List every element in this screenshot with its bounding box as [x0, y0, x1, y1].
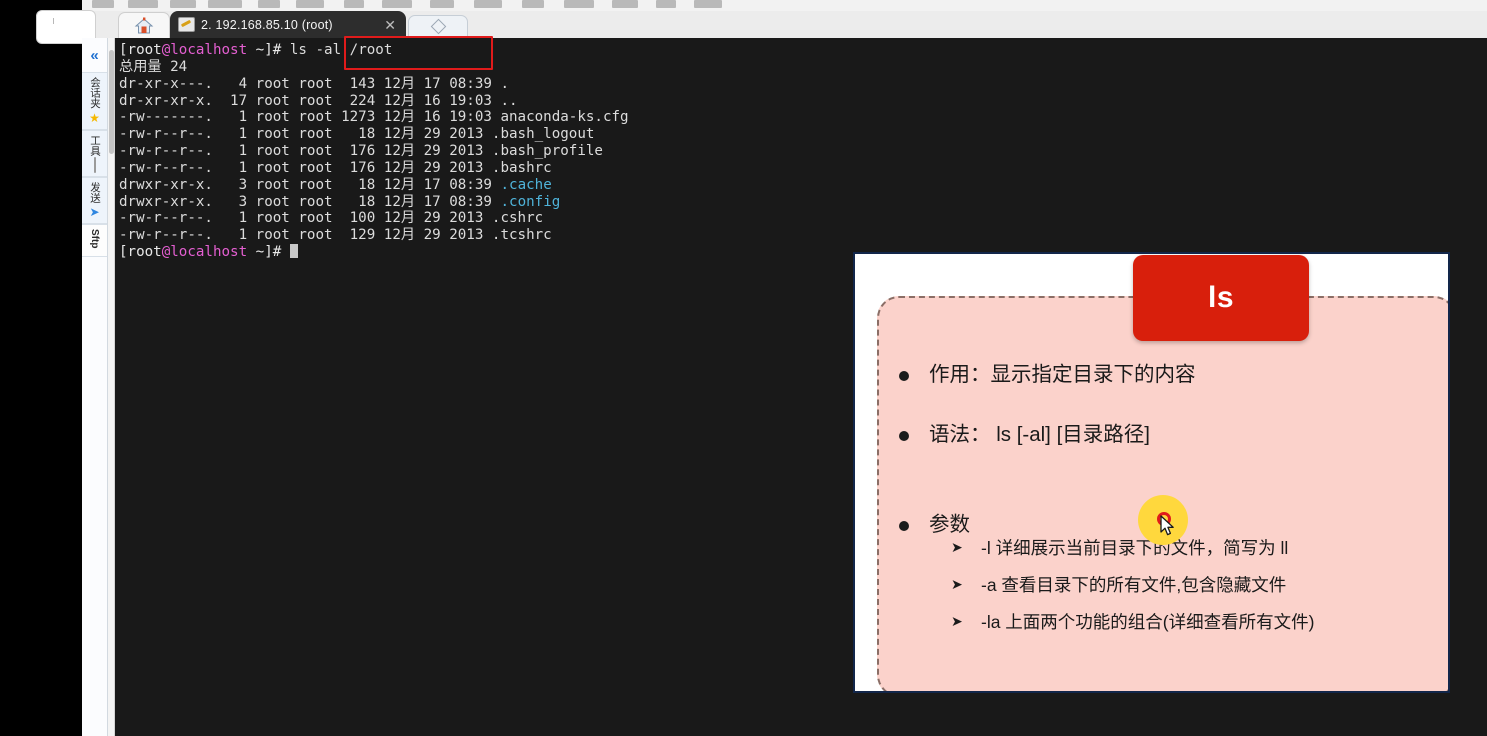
slide-bullet-text: 参数: [929, 513, 970, 536]
home-icon: [134, 17, 154, 33]
slide-bullet: 作用：显示指定目录下的内容: [899, 362, 1438, 388]
toolbar-strip: [82, 0, 1487, 11]
rail-item-label: 会话夹: [89, 77, 101, 109]
rail-item-send[interactable]: 发送 ➤: [82, 176, 107, 224]
rail-scrollbar-thumb[interactable]: [109, 50, 114, 154]
command-highlight-box: [344, 36, 493, 70]
thermometer-icon: [93, 156, 96, 173]
rail-item-tools[interactable]: 工具: [82, 129, 107, 177]
arrow-bullet-icon: ➤: [951, 576, 963, 592]
slide-canvas: ls 作用：显示指定目录下的内容 语法： ls [-al] [目录路径] 参数: [855, 254, 1448, 691]
rail-item-label: 工具: [89, 134, 101, 156]
tab-home[interactable]: [118, 12, 170, 38]
bullet-dot-icon: [899, 371, 909, 381]
star-icon: ★: [89, 110, 100, 125]
slide-title-badge: ls: [1133, 255, 1309, 341]
slide-parameter-list: ➤ -l 详细展示当前目录下的文件，简写为 ll ➤ -a 查看目录下的所有文件…: [899, 536, 1442, 647]
slide-title-text: ls: [1207, 281, 1235, 314]
screen: 2. 192.168.85.10 (root) ✕ « 会话夹 ★ 工具 发送 …: [0, 0, 1487, 736]
slide-parameter-item: ➤ -la 上面两个功能的组合(详细查看所有文件): [899, 610, 1442, 634]
rail-item-label: Sftp: [89, 228, 100, 248]
tab-close-icon[interactable]: ✕: [382, 18, 398, 32]
diamond-icon: [430, 18, 446, 35]
paper-plane-icon: ➤: [89, 204, 100, 219]
slide-parameter-text: -l 详细展示当前目录下的文件，简写为 ll: [981, 538, 1289, 558]
tab-new-session[interactable]: [408, 15, 468, 38]
arrow-bullet-icon: ➤: [951, 613, 963, 629]
arrow-bullet-icon: ➤: [951, 539, 963, 555]
slide-bullet-text: 语法： ls [-al] [目录路径]: [929, 423, 1150, 446]
slide-parameter-item: ➤ -a 查看目录下的所有文件,包含隐藏文件: [899, 573, 1442, 597]
mouse-cursor-icon: [1160, 515, 1174, 536]
desktop-background-left: [0, 0, 82, 736]
slide-bullet-text: 作用：显示指定目录下的内容: [929, 363, 1196, 386]
rail-item-sessions[interactable]: 会话夹 ★: [82, 72, 107, 130]
left-rail: « 会话夹 ★ 工具 发送 ➤ Sftp: [82, 38, 108, 736]
bullet-dot-icon: [899, 521, 909, 531]
tab-label: 2. 192.168.85.10 (root): [201, 17, 333, 32]
slide-parameter-text: -a 查看目录下的所有文件,包含隐藏文件: [981, 575, 1287, 595]
rail-item-sftp[interactable]: Sftp: [82, 223, 107, 257]
collapse-rail-button[interactable]: «: [82, 38, 107, 72]
rail-scrollbar[interactable]: [108, 38, 115, 736]
rail-item-label: 发送: [89, 181, 101, 203]
tab-session-active[interactable]: 2. 192.168.85.10 (root) ✕: [170, 11, 406, 38]
slide-bullet: 语法： ls [-al] [目录路径]: [899, 422, 1438, 448]
tab-strip: 2. 192.168.85.10 (root) ✕: [36, 10, 1487, 44]
bullet-dot-icon: [899, 431, 909, 441]
slide-parameter-text: -la 上面两个功能的组合(详细查看所有文件): [981, 612, 1315, 632]
terminal-text: [root@localhost ~]# ls -al /root 总用量 24 …: [119, 42, 629, 261]
terminal-key-icon: [178, 17, 195, 32]
slide-overlay: ls 作用：显示指定目录下的内容 语法： ls [-al] [目录路径] 参数: [853, 252, 1450, 693]
